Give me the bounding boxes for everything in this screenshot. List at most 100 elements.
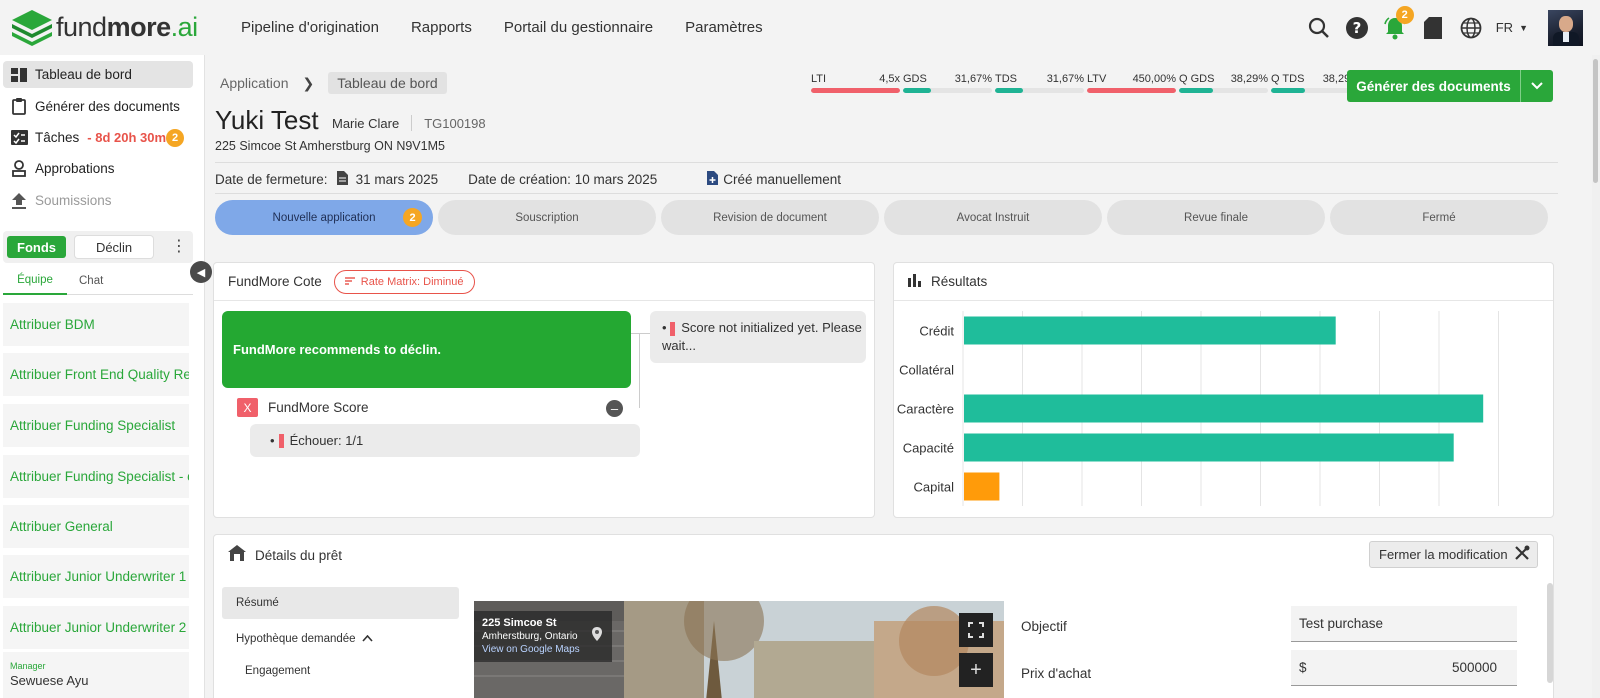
step-label: Revision de document	[713, 211, 827, 224]
declin-button[interactable]: Déclin	[75, 236, 153, 258]
ratio-tds[interactable]: TDS 31,67%	[995, 73, 1084, 93]
bar-capital[interactable]	[964, 472, 1000, 501]
step-revue-finale[interactable]: Revue finale	[1107, 200, 1325, 235]
ratio-ltv[interactable]: LTV 450,00%	[1087, 73, 1176, 93]
language-select[interactable]: FR ▼	[1496, 20, 1528, 35]
step-souscription[interactable]: Souscription	[438, 200, 656, 235]
page-scrollbar-thumb[interactable]	[1593, 59, 1598, 183]
bar-crédit[interactable]	[964, 316, 1336, 345]
map-pin-icon[interactable]	[592, 627, 602, 644]
loan-nav: Résumé Hypothèque demandée Engagement	[222, 587, 459, 687]
ratio-bar	[1087, 88, 1176, 93]
ratio-label: LTI	[811, 73, 827, 85]
fonds-button[interactable]: Fonds	[7, 236, 66, 258]
assign-junior-underwriter-2[interactable]: Attribuer Junior Underwriter 2	[3, 606, 189, 649]
loan-nav-resume[interactable]: Résumé	[222, 587, 459, 619]
sidebar-item-label: Tableau de bord	[35, 67, 132, 82]
purchase-price-field[interactable]: $ 500000	[1291, 650, 1517, 686]
document-icon[interactable]	[1420, 15, 1446, 41]
results-card-header: Résultats	[894, 263, 1553, 301]
step-label: Revue finale	[1184, 211, 1248, 224]
application-address: 225 Simcoe St Amherstburg ON N9V1M5	[215, 139, 445, 153]
caret-down-icon: ▼	[1519, 22, 1528, 33]
top-bar: fundmore.ai Pipeline d'origination Rappo…	[0, 0, 1600, 55]
file-icon[interactable]	[336, 171, 348, 188]
ratio-gds[interactable]: GDS 31,67%	[903, 73, 992, 93]
sidebar-item-approvals[interactable]: Approbations	[3, 155, 193, 182]
fundmore-card-header: FundMore Cote Rate Matrix: Diminué	[214, 263, 874, 301]
ratio-q-gds[interactable]: Q GDS 38,29%	[1179, 73, 1268, 93]
page-scrollbar[interactable]	[1592, 55, 1600, 698]
sidebar-item-submissions[interactable]: Soumissions	[3, 187, 193, 214]
tab-chat[interactable]: Chat	[67, 267, 115, 295]
zoom-in-icon[interactable]: +	[959, 653, 993, 687]
nav-parametres[interactable]: Paramètres	[685, 19, 763, 36]
assign-junior-underwriter-1[interactable]: Attribuer Junior Underwriter 1	[3, 555, 189, 598]
bar-chart-icon	[908, 273, 922, 290]
generate-documents-button[interactable]: Générer des documents	[1347, 70, 1553, 102]
fullscreen-icon[interactable]	[959, 613, 993, 647]
step-nouvelle-application[interactable]: Nouvelle application 2	[215, 200, 433, 235]
header-actions: ? 2 FR ▼	[1306, 0, 1600, 55]
tree-connector	[639, 333, 640, 408]
assign-front-end-quality[interactable]: Attribuer Front End Quality Review	[3, 353, 189, 396]
assign-general[interactable]: Attribuer General	[3, 505, 189, 548]
ratio-bar-fill	[1087, 88, 1176, 93]
rate-matrix-chip[interactable]: Rate Matrix: Diminué	[333, 269, 475, 294]
assign-funding-specialist-co[interactable]: Attribuer Funding Specialist - co	[3, 455, 189, 498]
bar-capacité[interactable]	[964, 433, 1454, 462]
loan-nav-label: Hypothèque demandée	[236, 633, 356, 645]
step-badge: 2	[403, 208, 422, 227]
results-bar-chart: Crédit Collatéral Caractère Capacité Capital	[897, 311, 1499, 506]
sidebar-item-tasks[interactable]: Tâches - 8d 20h 30m 2	[3, 124, 193, 151]
sidebar-item-generate-docs[interactable]: Générer des documents	[3, 93, 193, 120]
search-icon[interactable]	[1306, 15, 1332, 41]
bar-caractère[interactable]	[964, 394, 1484, 423]
ratio-label: Q GDS	[1179, 73, 1215, 85]
created-date: Date de création: 10 mars 2025	[468, 172, 658, 187]
street-view-image[interactable]: 225 Simcoe St Amherstburg, Ontario View …	[474, 601, 1004, 698]
nav-pipeline[interactable]: Pipeline d'origination	[241, 19, 379, 36]
step-label: Fermé	[1422, 211, 1456, 224]
logo-text: fundmore.ai	[56, 12, 198, 42]
collapse-minus-icon[interactable]: –	[606, 400, 623, 417]
step-label: Souscription	[515, 211, 579, 224]
sidebar-item-label: Approbations	[35, 161, 115, 176]
tab-equipe[interactable]: Équipe	[3, 267, 67, 295]
avatar[interactable]	[1548, 9, 1583, 46]
ratio-bar-fill	[995, 88, 1024, 93]
breadcrumb-application[interactable]: Application	[220, 75, 289, 91]
assign-funding-specialist[interactable]: Attribuer Funding Specialist	[3, 404, 189, 447]
nav-portail[interactable]: Portail du gestionnaire	[504, 19, 653, 36]
step-ferme[interactable]: Fermé	[1330, 200, 1548, 235]
bell-icon[interactable]: 2	[1382, 5, 1414, 41]
recommendation-banner: FundMore recommends to déclin.	[222, 311, 631, 388]
objectif-field[interactable]: Test purchase	[1291, 606, 1517, 642]
closing-date[interactable]: 31 mars 2025	[356, 172, 439, 187]
tools-icon	[1514, 545, 1530, 564]
chevron-down-icon[interactable]	[1520, 70, 1553, 102]
more-vert-icon[interactable]: ⋮	[171, 239, 187, 255]
step-avocat-instruit[interactable]: Avocat Instruit	[884, 200, 1102, 235]
step-revision-document[interactable]: Revision de document	[661, 200, 879, 235]
loan-nav-hypotheque[interactable]: Hypothèque demandée	[222, 623, 459, 655]
manager-name: Sewuese Ayu	[10, 673, 89, 688]
collapse-sidebar-button[interactable]: ◀	[190, 261, 212, 283]
help-icon[interactable]: ?	[1344, 15, 1370, 41]
notification-badge: 2	[1395, 5, 1414, 24]
loan-nav-engagement[interactable]: Engagement	[222, 655, 459, 687]
clipboard-icon	[10, 98, 28, 116]
ratio-value: 38,29%	[1230, 73, 1268, 85]
close-edit-button[interactable]: Fermer la modification	[1369, 541, 1538, 568]
assign-bdm[interactable]: Attribuer BDM	[3, 303, 189, 346]
ratio-lti[interactable]: LTI 4,5x	[811, 73, 900, 93]
map-street: 225 Simcoe St	[482, 617, 557, 629]
breadcrumb-current: Tableau de bord	[328, 72, 447, 94]
nav-rapports[interactable]: Rapports	[411, 19, 472, 36]
generate-documents-label: Générer des documents	[1356, 78, 1511, 94]
card-scrollbar[interactable]	[1547, 583, 1553, 683]
fundmore-logo[interactable]: fundmore.ai	[10, 5, 198, 50]
globe-icon[interactable]	[1458, 15, 1484, 41]
google-maps-link[interactable]: View on Google Maps	[482, 643, 604, 656]
sidebar-item-dashboard[interactable]: Tableau de bord	[3, 61, 193, 88]
